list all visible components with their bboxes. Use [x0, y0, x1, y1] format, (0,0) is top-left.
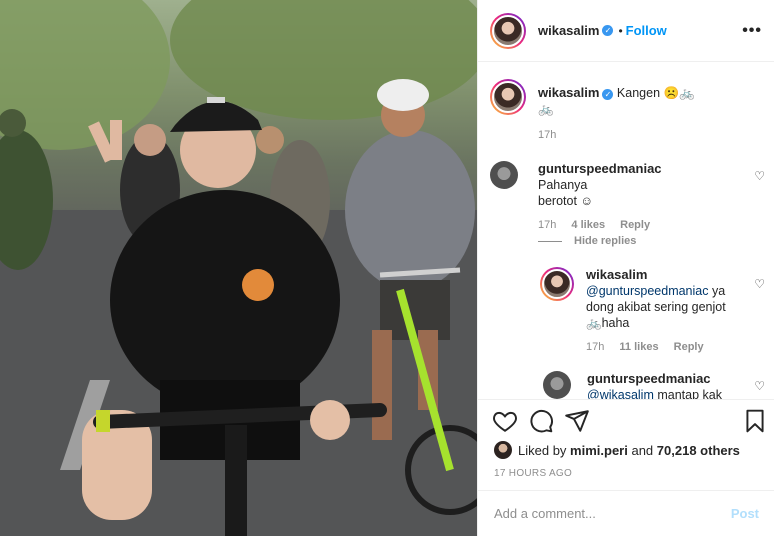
post-header: wikasalim ✓ • Follow ••• [478, 0, 774, 62]
reply-mention[interactable]: @gunturspeedmaniac [586, 284, 709, 298]
post-timestamp[interactable]: 17 HOURS AGO [494, 468, 572, 479]
caption-avatar[interactable] [490, 79, 526, 115]
liker-username[interactable]: mimi.peri [570, 443, 628, 458]
reply-likes[interactable]: 11 likes [619, 341, 658, 353]
reply-username[interactable]: gunturspeedmaniac [587, 371, 711, 386]
comment-item: gunturspeedmaniac Pahanya berotot ☺ 17h … [490, 161, 763, 233]
author-username[interactable]: wikasalim [538, 23, 599, 38]
liker-avatar[interactable] [494, 441, 512, 459]
comment-text: Pahanya [538, 178, 588, 192]
comment-input[interactable] [494, 506, 731, 521]
heart-icon[interactable]: ♡ [754, 169, 765, 183]
verified-badge-icon: ✓ [602, 25, 614, 36]
reply-item: gunturspeedmaniac @wikasalim mantap kak [540, 371, 763, 399]
heart-icon[interactable]: ♡ [754, 277, 765, 291]
post-button[interactable]: Post [731, 506, 759, 521]
comment-username[interactable]: gunturspeedmaniac [538, 161, 662, 176]
reply-text: mantap kak [657, 388, 722, 399]
commenter-avatar[interactable] [490, 161, 518, 189]
divider-line [538, 240, 562, 242]
share-icon[interactable] [564, 408, 590, 434]
comment-text-cont: berotot ☺ [538, 194, 594, 208]
post-photo[interactable] [0, 0, 477, 536]
separator-dot: • [618, 23, 623, 38]
likes-summary: Liked by mimi.peri and 70,218 others [494, 441, 740, 459]
reply-time[interactable]: 17h [586, 341, 604, 353]
reply-avatar[interactable] [543, 371, 571, 399]
photo-illustration [0, 0, 477, 536]
more-options-icon[interactable]: ••• [742, 22, 762, 40]
heart-icon[interactable] [492, 408, 518, 434]
likes-and: and [631, 442, 654, 458]
reply-button[interactable]: Reply [674, 341, 704, 353]
comments-list[interactable]: wikasalim ✓ Kangen ☹️🚲 🚲 17h gunturspeedm… [478, 63, 774, 399]
reply-mention[interactable]: @wikasalim [587, 388, 654, 399]
reply-username[interactable]: wikasalim [586, 267, 647, 282]
bookmark-icon[interactable] [742, 408, 768, 434]
caption-username[interactable]: wikasalim [538, 85, 599, 100]
verified-badge-icon: ✓ [602, 89, 614, 100]
hide-replies-button[interactable]: Hide replies [538, 235, 636, 247]
add-comment-bar: Post [478, 490, 774, 536]
heart-icon[interactable]: ♡ [754, 379, 765, 393]
bicycle-emoji: 🚲 [538, 102, 554, 116]
author-avatar[interactable] [490, 12, 526, 49]
caption-time[interactable]: 17h [538, 129, 556, 141]
comment-likes[interactable]: 4 likes [571, 219, 605, 231]
reply-button[interactable]: Reply [620, 219, 650, 231]
caption-text: Kangen ☹️🚲 [616, 86, 695, 100]
follow-button[interactable]: Follow [626, 23, 667, 38]
likes-prefix: Liked by [518, 442, 567, 458]
likes-count[interactable]: 70,218 others [657, 443, 740, 458]
action-bar [478, 399, 774, 443]
reply-item: wikasalim @gunturspeedmaniac ya dong aki… [540, 267, 763, 355]
post-detail-panel: wikasalim ✓ • Follow ••• wikasalim ✓ Kang… [477, 0, 774, 536]
reply-avatar[interactable] [540, 267, 574, 301]
comment-time[interactable]: 17h [538, 219, 556, 231]
comment-icon[interactable] [528, 408, 554, 434]
caption: wikasalim ✓ Kangen ☹️🚲 🚲 17h [490, 79, 763, 143]
hide-replies-label: Hide replies [574, 235, 637, 247]
